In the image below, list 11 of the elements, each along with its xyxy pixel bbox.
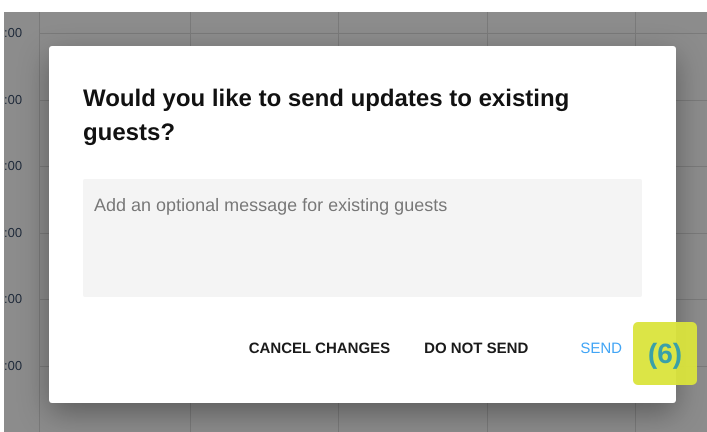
- dialog-title: Would you like to send updates to existing guests?: [83, 84, 570, 148]
- time-label: :00: [4, 158, 22, 173]
- message-field[interactable]: Add an optional message for existing guests: [83, 179, 642, 297]
- time-label: :00: [4, 291, 22, 306]
- dialog-button[interactable]: CANCEL CHANGES: [238, 334, 400, 363]
- time-label: :00: [4, 358, 22, 372]
- time-label: :00: [4, 224, 22, 240]
- time-label: :00: [4, 92, 22, 106]
- time-label: :00: [4, 25, 22, 40]
- step-badge: (6): [633, 322, 697, 385]
- dialog-button[interactable]: DO NOT SEND: [414, 334, 538, 363]
